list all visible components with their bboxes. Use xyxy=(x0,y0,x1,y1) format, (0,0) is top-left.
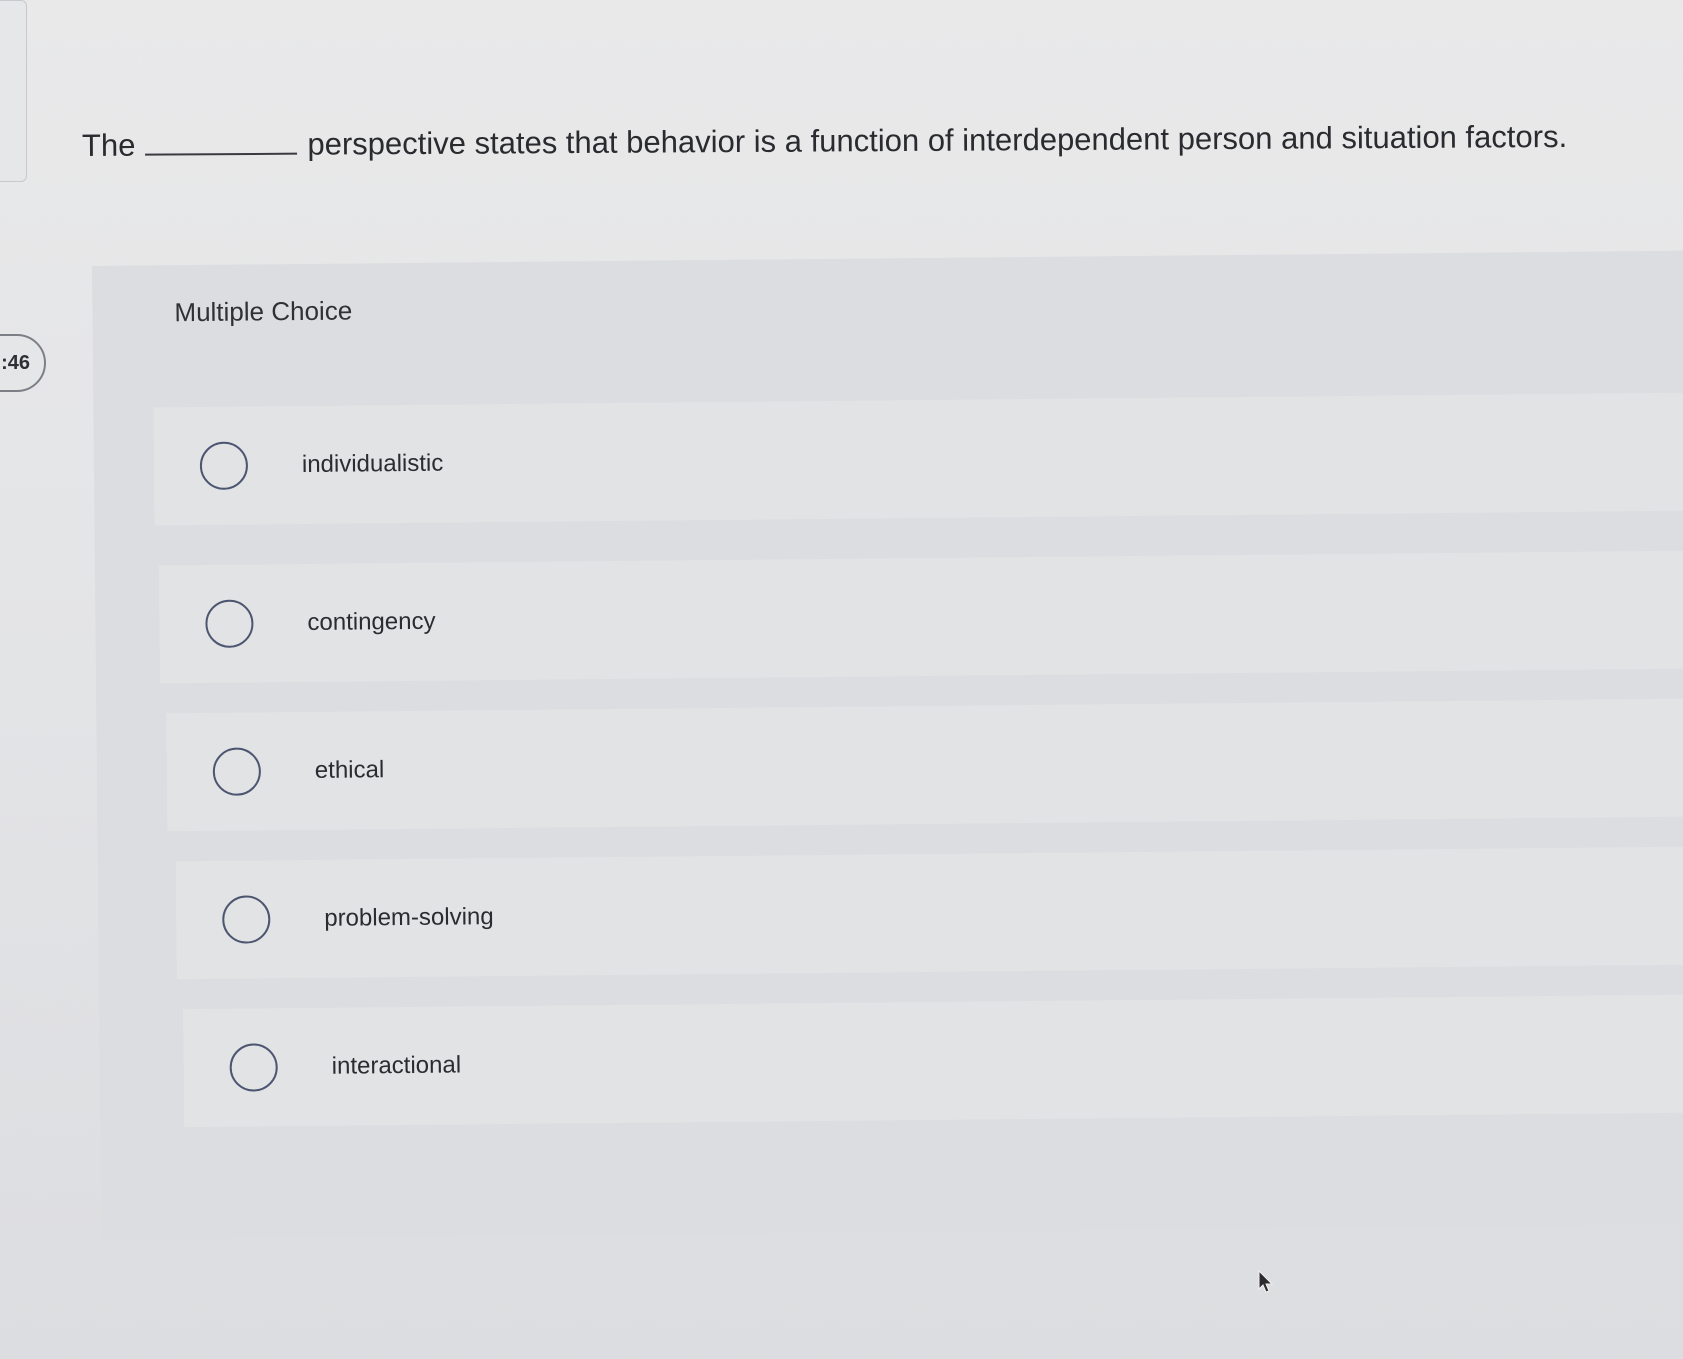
question-prefix: The xyxy=(81,127,136,163)
multiple-choice-panel: Multiple Choice individualistic continge… xyxy=(92,250,1683,1240)
left-edge-panel xyxy=(0,0,27,182)
option-label: contingency xyxy=(307,607,436,636)
option-ethical[interactable]: ethical xyxy=(166,698,1683,832)
option-label: interactional xyxy=(331,1051,462,1080)
option-interactional[interactable]: interactional xyxy=(183,994,1683,1128)
answer-blank xyxy=(145,132,298,156)
option-label: individualistic xyxy=(301,449,444,478)
radio-button-icon[interactable] xyxy=(222,895,271,944)
mouse-pointer-icon xyxy=(1258,1270,1274,1293)
timer-text: :46 xyxy=(1,351,30,374)
radio-button-icon[interactable] xyxy=(199,441,249,490)
option-label: ethical xyxy=(314,756,385,784)
multiple-choice-heading: Multiple Choice xyxy=(174,295,353,328)
option-individualistic[interactable]: individualistic xyxy=(153,392,1683,526)
radio-button-icon[interactable] xyxy=(229,1043,278,1092)
option-label: problem-solving xyxy=(324,903,494,932)
question-text: The perspective states that behavior is a… xyxy=(82,119,1567,164)
timer-badge[interactable]: :46 xyxy=(0,334,46,392)
radio-button-icon[interactable] xyxy=(212,747,262,796)
option-contingency[interactable]: contingency xyxy=(158,550,1683,684)
question-suffix: perspective states that behavior is a fu… xyxy=(307,118,1568,162)
option-problem-solving[interactable]: problem-solving xyxy=(175,846,1683,980)
radio-button-icon[interactable] xyxy=(205,599,254,648)
